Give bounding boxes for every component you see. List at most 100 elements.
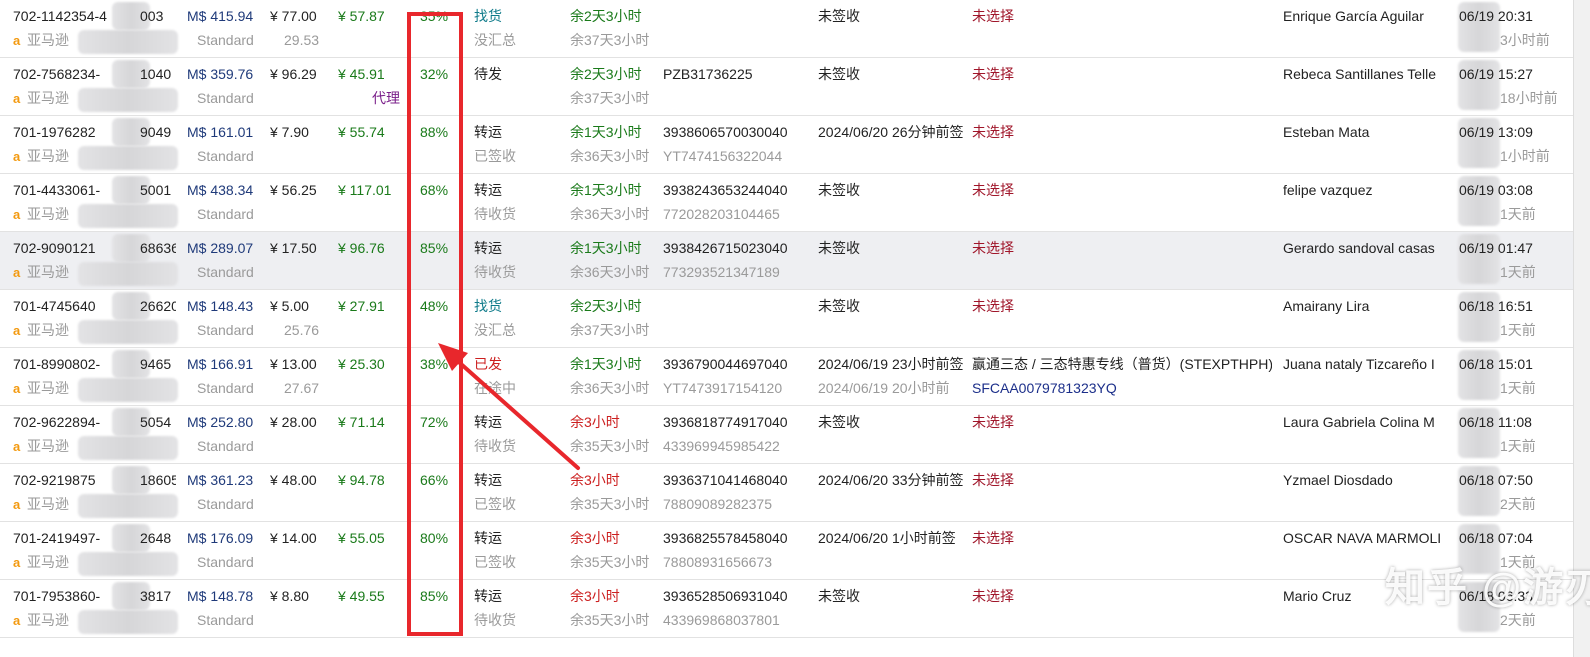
tracking[interactable]: 3936790044697040 (663, 355, 813, 373)
deadline: 余3小时 (570, 472, 620, 488)
status: 转运 (474, 124, 502, 140)
margin: 48% (420, 298, 449, 314)
buyer[interactable]: Rebeca Santillanes Telle (1283, 65, 1445, 83)
tracking[interactable]: 3938606570030040 (663, 123, 813, 141)
order-id[interactable]: 701-4745640 (13, 297, 133, 315)
deadline-sub: 余35天3小时 (570, 438, 650, 454)
table-row[interactable]: a 亚马逊 Standard 701-1976282 9049 M$ 161.01 ¥ 7.… (0, 116, 1574, 174)
tracking[interactable]: PZB31736225 (663, 65, 813, 83)
privacy-blur (78, 146, 178, 170)
table-row[interactable]: a 亚马逊 Standard 701-4745640 26620 M$ 148.43 ¥ 5… (0, 290, 1574, 348)
amazon-icon: a (13, 555, 21, 570)
buyer[interactable]: Gerardo sandoval casas (1283, 239, 1445, 257)
order-ago: 1天前 (1500, 264, 1536, 280)
buyer[interactable]: felipe vazquez (1283, 181, 1445, 199)
status-sub: 待收货 (474, 206, 516, 222)
platform-label: a 亚马逊 (13, 322, 69, 338)
buyer[interactable]: Enrique García Aguilar (1283, 7, 1445, 25)
profit: ¥ 25.30 (338, 356, 385, 372)
table-row[interactable]: a 亚马逊 Standard 702-9622894- 5054 M$ 252.80 ¥ 2… (0, 406, 1574, 464)
buyer[interactable]: Amairany Lira (1283, 297, 1445, 315)
platform-label: a 亚马逊 (13, 90, 69, 106)
logistics: 未选择 (972, 530, 1014, 546)
tracking[interactable]: 3938426715023040 (663, 239, 813, 257)
platform-label: a 亚马逊 (13, 612, 69, 628)
buyer[interactable]: Juana nataly Tizcareño I (1283, 355, 1445, 373)
tracking[interactable]: 3936818774917040 (663, 413, 813, 431)
deadline: 余3小时 (570, 588, 620, 604)
order-id[interactable]: 702-9622894- (13, 413, 133, 431)
buyer[interactable]: Esteban Mata (1283, 123, 1445, 141)
tracking[interactable]: 3938243653244040 (663, 181, 813, 199)
order-ago: 1天前 (1500, 322, 1536, 338)
status-sub: 在途中 (474, 380, 516, 396)
tracking-sub: 433969868037801 (663, 612, 780, 628)
tracking-sub: 773293521347189 (663, 264, 780, 280)
amazon-icon: a (13, 323, 21, 338)
platform-label: a 亚马逊 (13, 438, 69, 454)
profit: ¥ 96.76 (338, 240, 385, 256)
margin: 88% (420, 124, 449, 140)
shipping-method: Standard (197, 612, 254, 628)
platform-label: a 亚马逊 (13, 264, 69, 280)
order-id[interactable]: 701-8990802- (13, 355, 133, 373)
margin: 32% (420, 66, 449, 82)
platform-label: a 亚马逊 (13, 496, 69, 512)
order-id[interactable]: 702-9090121 (13, 239, 133, 257)
buyer[interactable]: Yzmael Diosdado (1283, 471, 1445, 489)
margin: 80% (420, 530, 449, 546)
logistics: 未选择 (972, 182, 1014, 198)
order-id[interactable]: 701-7953860- (13, 587, 133, 605)
buyer[interactable]: OSCAR NAVA MARMOLI (1283, 529, 1445, 547)
order-id[interactable]: 702-9219875 (13, 471, 133, 489)
order-id[interactable]: 701-4433061- (13, 181, 133, 199)
sale-price: M$ 438.34 (187, 182, 254, 198)
sign-status: 2024/06/20 33分钟前签 (818, 472, 964, 488)
tracking[interactable]: 3936528506931040 (663, 587, 813, 605)
order-id[interactable]: 701-1976282 (13, 123, 133, 141)
sale-price: M$ 415.94 (187, 8, 254, 24)
logistics: 未选择 (972, 66, 1014, 82)
privacy-blur (78, 610, 178, 634)
shipping-fee: ¥ 5.00 (270, 298, 309, 314)
buyer[interactable]: Laura Gabriela Colina M (1283, 413, 1445, 431)
table-row[interactable]: a 亚马逊 Standard 701-8990802- 9465 M$ 166.91 ¥ 1… (0, 348, 1574, 406)
profit: ¥ 45.91 (338, 66, 385, 82)
cost: 25.76 (284, 322, 320, 338)
privacy-blur (78, 204, 178, 228)
table-row[interactable]: a 亚马逊 Standard 701-4433061- 5001 M$ 438.34 ¥ 5… (0, 174, 1574, 232)
table-row[interactable]: a 亚马逊 Standard 702-9090121 68636 M$ 289.07 ¥ 1… (0, 232, 1574, 290)
order-date: 06/19 20:31 (1459, 8, 1533, 24)
shipping-method: Standard (197, 496, 254, 512)
order-id[interactable]: 701-2419497- (13, 529, 133, 547)
logistics-sub: SFCAA0079781323YQ (972, 380, 1117, 396)
status: 已发 (474, 356, 502, 372)
tracking[interactable]: 3936825578458040 (663, 529, 813, 547)
deadline-sub: 余36天3小时 (570, 148, 650, 164)
sign-status: 未签收 (818, 414, 860, 430)
tracking[interactable]: 3936371041468040 (663, 471, 813, 489)
order-id[interactable]: 702-1142354-4 (13, 7, 133, 25)
amazon-icon: a (13, 381, 21, 396)
table-row[interactable]: a 亚马逊 Standard 702-7568234- 1040 M$ 359.76 ¥ 9… (0, 58, 1574, 116)
status: 转运 (474, 240, 502, 256)
logistics: 未选择 (972, 124, 1014, 140)
shipping-fee: ¥ 56.25 (270, 182, 317, 198)
table-row[interactable]: a 亚马逊 Standard 702-9219875 18605 M$ 361.23 ¥ 4… (0, 464, 1574, 522)
deadline-sub: 余36天3小时 (570, 206, 650, 222)
margin: 85% (420, 588, 449, 604)
shipping-method: Standard (197, 90, 254, 106)
order-id[interactable]: 702-7568234- (13, 65, 133, 83)
deadline-sub: 余36天3小时 (570, 380, 650, 396)
order-ago: 18小时前 (1500, 90, 1558, 106)
table-row[interactable]: a 亚马逊 Standard 701-2419497- 2648 M$ 176.09 ¥ 1… (0, 522, 1574, 580)
status-sub: 没汇总 (474, 32, 516, 48)
table-row[interactable]: a 亚马逊 Standard 701-7953860- 3817 M$ 148.78 ¥ 8… (0, 580, 1574, 638)
table-row[interactable]: a 亚马逊 Standard 702-1142354-4 003 M$ 415.94 ¥ 7… (0, 0, 1574, 58)
shipping-fee: ¥ 14.00 (270, 530, 317, 546)
order-ago: 1天前 (1500, 438, 1536, 454)
privacy-blur (78, 320, 178, 344)
shipping-method: Standard (197, 264, 254, 280)
deadline: 余2天3小时 (570, 298, 642, 314)
order-ago: 2天前 (1500, 496, 1536, 512)
